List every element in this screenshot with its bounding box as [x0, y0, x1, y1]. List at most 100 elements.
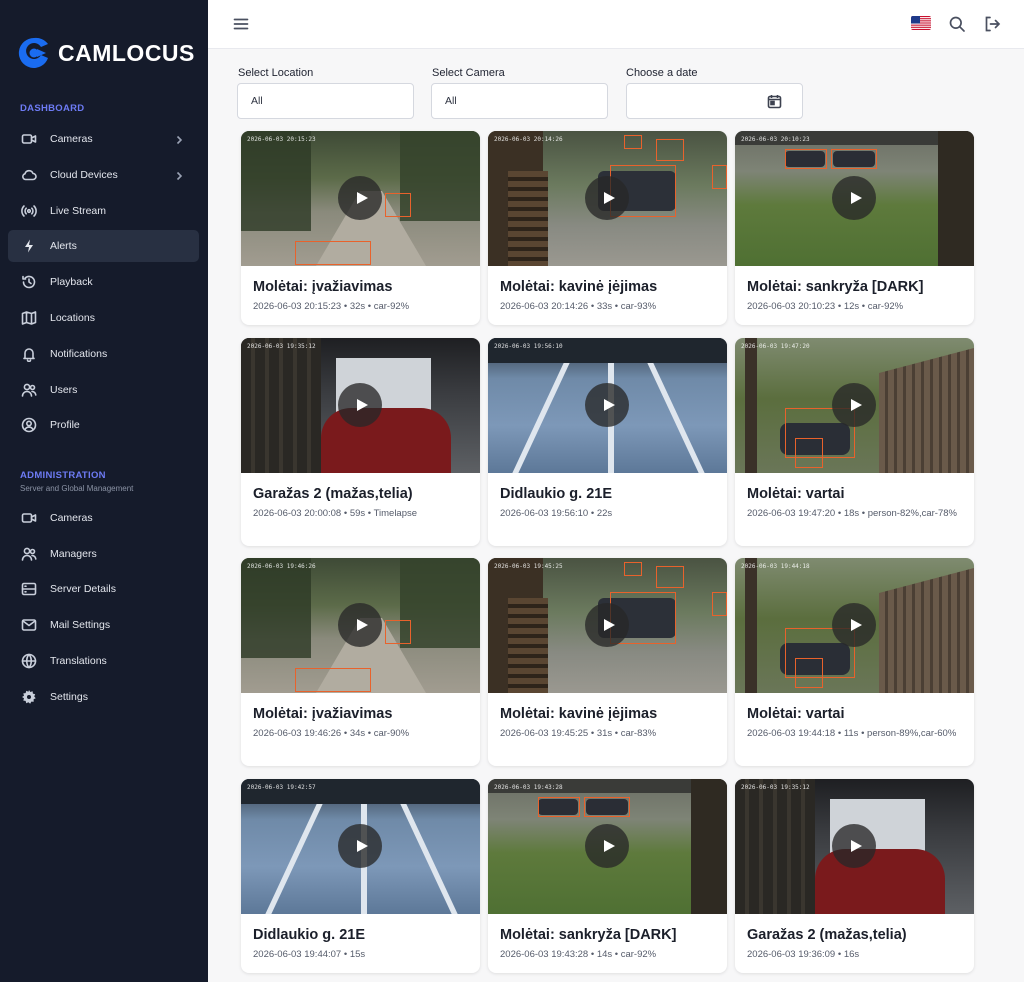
alert-thumbnail: 2026-06-03 19:56:10 — [488, 338, 727, 473]
brand-logo[interactable]: CAMLOCUS — [18, 36, 195, 70]
alert-thumbnail: 2026-06-03 19:42:57 — [241, 779, 480, 914]
play-icon — [603, 399, 615, 411]
sidebar-item-users[interactable]: Users — [8, 374, 199, 406]
alert-card[interactable]: 2026-06-03 20:10:23 Molėtai: sankryža [D… — [735, 131, 974, 325]
location-select[interactable]: All — [237, 83, 414, 119]
alert-card[interactable]: 2026-06-03 19:46:26 Molėtai: įvažiavimas… — [241, 558, 480, 766]
alert-thumbnail: 2026-06-03 19:35:12 — [241, 338, 480, 473]
video-camera-icon — [21, 510, 37, 526]
detection-box — [538, 797, 580, 817]
sidebar-item-label: Translations — [50, 655, 107, 667]
broadcast-icon — [21, 203, 37, 219]
alert-title: Molėtai: įvažiavimas — [253, 279, 393, 295]
sidebar-item-alerts[interactable]: Alerts — [8, 230, 199, 262]
play-button[interactable] — [338, 603, 382, 647]
logout-icon[interactable] — [983, 15, 1001, 33]
sidebar-item-label: Notifications — [50, 348, 108, 360]
video-timestamp: 2026-06-03 19:56:10 — [494, 343, 563, 350]
detection-box — [295, 241, 371, 265]
alert-meta: 2026-06-03 19:56:10 • 22s — [500, 508, 613, 519]
play-button[interactable] — [585, 603, 629, 647]
alert-card[interactable]: 2026-06-03 19:35:12 Garažas 2 (mažas,tel… — [241, 338, 480, 546]
sidebar-item-playback[interactable]: Playback — [8, 266, 199, 298]
play-icon — [603, 840, 615, 852]
play-button[interactable] — [832, 176, 876, 220]
play-icon — [603, 192, 615, 204]
sidebar-item-locations[interactable]: Locations — [8, 302, 199, 334]
alert-card[interactable]: 2026-06-03 19:35:12 Garažas 2 (mažas,tel… — [735, 779, 974, 973]
alert-card[interactable]: 2026-06-03 19:45:25 Molėtai: kavinė įėji… — [488, 558, 727, 766]
alert-card[interactable]: 2026-06-03 19:47:20 Molėtai: vartai 2026… — [735, 338, 974, 546]
play-icon — [850, 399, 862, 411]
detection-box — [385, 193, 411, 217]
play-button[interactable] — [585, 824, 629, 868]
sidebar-item-settings[interactable]: Settings — [8, 681, 199, 713]
sidebar-item-cameras[interactable]: Cameras — [8, 123, 199, 155]
alert-card[interactable]: 2026-06-03 19:43:28 Molėtai: sankryža [D… — [488, 779, 727, 973]
camera-select[interactable]: All — [431, 83, 608, 119]
user-circle-icon — [21, 417, 37, 433]
sidebar-item-live-stream[interactable]: Live Stream — [8, 195, 199, 227]
sidebar-item-translations[interactable]: Translations — [8, 645, 199, 677]
administration-section-title: ADMINISTRATION — [20, 470, 106, 481]
sidebar-item-admin-cameras[interactable]: Cameras — [8, 502, 199, 534]
sidebar-item-label: Managers — [50, 548, 97, 560]
alert-card[interactable]: 2026-06-03 19:44:18 Molėtai: vartai 2026… — [735, 558, 974, 766]
camera-select-value: All — [445, 95, 457, 107]
play-button[interactable] — [338, 383, 382, 427]
globe-icon — [21, 653, 37, 669]
sidebar-item-server-details[interactable]: Server Details — [8, 573, 199, 605]
search-icon[interactable] — [948, 15, 966, 33]
play-button[interactable] — [585, 176, 629, 220]
play-button[interactable] — [585, 383, 629, 427]
play-button[interactable] — [832, 383, 876, 427]
us-flag-icon[interactable] — [911, 16, 931, 30]
play-button[interactable] — [832, 824, 876, 868]
alert-meta: 2026-06-03 20:00:08 • 59s • Timelapse — [253, 508, 418, 519]
alert-title: Garažas 2 (mažas,telia) — [253, 486, 413, 502]
alert-thumbnail: 2026-06-03 19:35:12 — [735, 779, 974, 914]
sidebar-item-cloud-devices[interactable]: Cloud Devices — [8, 159, 199, 191]
sidebar-item-label: Settings — [50, 691, 88, 703]
calendar-icon[interactable] — [767, 94, 782, 109]
alert-thumbnail: 2026-06-03 20:10:23 — [735, 131, 974, 266]
alert-title: Molėtai: įvažiavimas — [253, 706, 393, 722]
video-camera-icon — [21, 131, 37, 147]
video-timestamp: 2026-06-03 19:47:20 — [741, 343, 810, 350]
alert-title: Molėtai: sankryža [DARK] — [747, 279, 924, 295]
video-timestamp: 2026-06-03 19:35:12 — [741, 784, 810, 791]
play-button[interactable] — [832, 603, 876, 647]
users-icon — [21, 546, 37, 562]
alert-meta: 2026-06-03 20:10:23 • 12s • car-92% — [747, 301, 904, 312]
alert-card[interactable]: 2026-06-03 19:56:10 Didlaukio g. 21E 202… — [488, 338, 727, 546]
chevron-right-icon — [173, 133, 185, 145]
sidebar-item-mail-settings[interactable]: Mail Settings — [8, 609, 199, 641]
video-timestamp: 2026-06-03 19:42:57 — [247, 784, 316, 791]
sidebar-item-profile[interactable]: Profile — [8, 409, 199, 441]
brand-name: CAMLOCUS — [58, 39, 195, 66]
sidebar-item-managers[interactable]: Managers — [8, 538, 199, 570]
alert-title: Garažas 2 (mažas,telia) — [747, 927, 907, 943]
alert-meta: 2026-06-03 19:45:25 • 31s • car-83% — [500, 728, 657, 739]
play-icon — [356, 619, 368, 631]
detection-box — [795, 438, 823, 468]
alert-card[interactable]: 2026-06-03 20:14:26 Molėtai: kavinė įėji… — [488, 131, 727, 325]
play-button[interactable] — [338, 176, 382, 220]
detection-box — [785, 149, 827, 169]
sidebar-item-notifications[interactable]: Notifications — [8, 338, 199, 370]
camlocus-logo-icon — [18, 37, 48, 68]
sidebar-item-label: Server Details — [50, 583, 116, 595]
play-button[interactable] — [338, 824, 382, 868]
alert-card[interactable]: 2026-06-03 20:15:23 Molėtai: įvažiavimas… — [241, 131, 480, 325]
play-icon — [850, 840, 862, 852]
hamburger-icon[interactable] — [232, 15, 250, 33]
detection-box — [295, 668, 371, 692]
alert-thumbnail: 2026-06-03 19:46:26 — [241, 558, 480, 693]
play-icon — [603, 619, 615, 631]
detection-box — [624, 135, 642, 149]
alert-card[interactable]: 2026-06-03 19:42:57 Didlaukio g. 21E 202… — [241, 779, 480, 973]
bell-icon — [21, 346, 37, 362]
sidebar-item-label: Playback — [50, 276, 93, 288]
date-picker-input[interactable] — [626, 83, 803, 119]
alert-thumbnail: 2026-06-03 20:14:26 — [488, 131, 727, 266]
